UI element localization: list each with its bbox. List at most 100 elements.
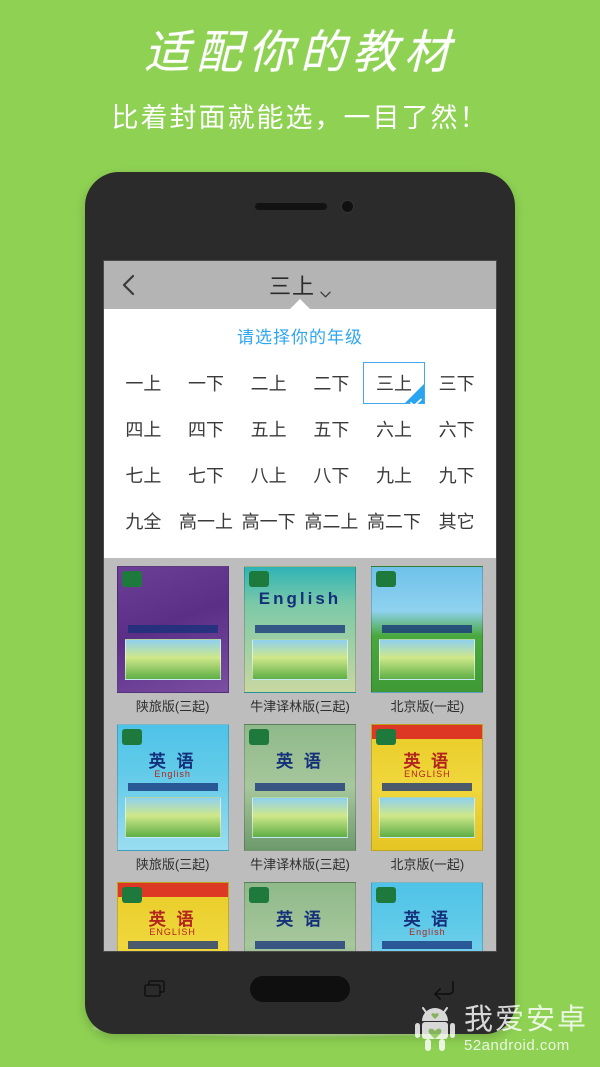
grade-option-label: 九全 <box>125 512 162 532</box>
textbook-item[interactable]: 英 语 ENGLISH 北京版(一起) <box>369 724 486 874</box>
grade-option-label: 五上 <box>250 420 287 440</box>
textbook-item[interactable]: 英 语 ENGLISH <box>114 882 231 951</box>
textbook-label: 陕旅版(三起) <box>135 857 210 872</box>
back-chevron-icon[interactable] <box>118 273 140 297</box>
grade-option-label: 高二下 <box>366 512 421 532</box>
grade-option-七下[interactable]: 七下 <box>175 454 238 496</box>
grade-dropdown-panel: 请选择你的年级 一上 一下 二上 二下 三上 三下四上 四下 五上 五下 六上 六下七上 七下 八上 八下… <box>104 299 496 558</box>
grade-option-label: 二下 <box>313 374 350 394</box>
grade-option-高二上[interactable]: 高二上 <box>300 500 363 542</box>
textbook-label: 北京版(一起) <box>390 699 465 714</box>
textbook-item[interactable]: 英 语牛津译林版(三起) <box>241 724 358 874</box>
grade-option-label: 七上 <box>125 466 162 486</box>
grade-option-label: 三下 <box>438 374 475 394</box>
grade-option-label: 高一下 <box>241 512 296 532</box>
phone-mockup: 三上 请选择你的年级 一上 一下 二上 二下 三上 三下 四上 四下 五上 五下 六上 六下 七上 七下八… <box>85 172 515 1034</box>
grade-option-二下[interactable]: 二下 <box>300 362 363 404</box>
grade-selector-button[interactable]: 三上 <box>269 269 331 301</box>
textbook-cover-image: 英 语 <box>243 882 356 951</box>
watermark-url: 52android.com <box>463 1036 570 1054</box>
grade-option-label: 二上 <box>250 374 287 394</box>
grade-option-label: 六下 <box>438 420 475 440</box>
textbook-label: 北京版(一起) <box>390 857 465 872</box>
grade-option-其它[interactable]: 其它 <box>425 500 488 542</box>
page-title: 适配你的教材 <box>144 25 456 79</box>
textbook-label: 牛津译林版(三起) <box>250 857 350 872</box>
textbook-cover-image: 英 语 English <box>116 724 229 851</box>
textbook-row: 陕旅版(三起) English 牛津译林版(三起) 北京版(一起) <box>114 566 486 716</box>
grade-option-九下[interactable]: 九下 <box>425 454 488 496</box>
cover-subtitle: ENGLISH <box>149 927 196 937</box>
grade-option-label: 高二上 <box>304 512 359 532</box>
textbook-row: 英 语 English 陕旅版(三起) 英 语牛津译林版(三起) 英 语 ENGLISH 北… <box>114 724 486 874</box>
watermark-text: 我爱安卓 52android.com <box>463 1005 588 1054</box>
grade-option-高二下[interactable]: 高二下 <box>363 500 426 542</box>
textbook-label: 牛津译林版(三起) <box>250 699 350 714</box>
grade-option-一上[interactable]: 一上 <box>112 362 175 404</box>
grade-option-六下[interactable]: 六下 <box>425 408 488 450</box>
textbook-cover-image: 英 语 ENGLISH <box>116 882 229 951</box>
home-button[interactable] <box>249 976 350 1002</box>
grade-option-五上[interactable]: 五上 <box>237 408 300 450</box>
cover-subtitle: ENGLISH <box>404 769 451 779</box>
textbook-label: 陕旅版(三起) <box>135 699 210 714</box>
grade-option-label: 九上 <box>375 466 412 486</box>
back-arrow-icon[interactable] <box>431 978 457 1000</box>
promo-header: 适配你的教材 比着封面就能选，一目了然！ <box>0 0 600 138</box>
grade-option-一下[interactable]: 一下 <box>175 362 238 404</box>
check-icon <box>410 392 423 407</box>
textbook-item[interactable]: 英 语 <box>241 882 358 951</box>
phone-screen: 三上 请选择你的年级 一上 一下 二上 二下 三上 三下 四上 四下 五上 五下 六上 六下 七上 七下八… <box>103 260 497 952</box>
grade-option-label: 一下 <box>187 374 224 394</box>
grade-option-高一下[interactable]: 高一下 <box>237 500 300 542</box>
grade-option-四下[interactable]: 四下 <box>175 408 238 450</box>
grade-option-label: 高一上 <box>178 512 233 532</box>
grade-option-三上[interactable]: 三上 <box>362 362 426 407</box>
front-camera-icon <box>342 201 353 212</box>
grade-option-label: 九下 <box>438 466 475 486</box>
cover-subtitle: English <box>154 769 191 779</box>
cover-title: 英 语 <box>276 752 324 771</box>
recent-apps-icon[interactable] <box>143 979 169 999</box>
textbook-item[interactable]: 英 语 English <box>369 882 486 951</box>
grade-option-八上[interactable]: 八上 <box>237 454 300 496</box>
app-bar-title: 三上 <box>268 274 315 299</box>
textbook-cover-image <box>116 566 229 693</box>
grade-option-label: 八上 <box>250 466 287 486</box>
android-robot-icon <box>414 1005 456 1053</box>
textbook-item[interactable]: English 牛津译林版(三起) <box>241 566 358 716</box>
grade-option-九全[interactable]: 九全 <box>112 500 175 542</box>
textbook-cover-image: 英 语 English <box>371 882 484 951</box>
dropdown-heading: 请选择你的年级 <box>237 328 363 347</box>
page-subtitle: 比着封面就能选，一目了然！ <box>111 103 489 133</box>
grade-option-label: 五下 <box>313 420 350 440</box>
grade-option-六上[interactable]: 六上 <box>363 408 426 450</box>
textbook-cover-image: English <box>243 566 356 693</box>
grade-option-九上[interactable]: 九上 <box>363 454 426 496</box>
textbook-list: 陕旅版(三起) English 牛津译林版(三起) 北京版(一起) 英 语 English… <box>104 558 496 951</box>
grade-option-八下[interactable]: 八下 <box>300 454 363 496</box>
textbook-cover-image <box>371 566 484 693</box>
cover-title: English <box>258 589 342 608</box>
textbook-row: 英 语 ENGLISH 英 语 英 语 English <box>114 882 486 951</box>
grade-option-五下[interactable]: 五下 <box>300 408 363 450</box>
grade-option-七上[interactable]: 七上 <box>112 454 175 496</box>
grade-option-label: 四上 <box>125 420 162 440</box>
grade-option-二上[interactable]: 二上 <box>237 362 300 404</box>
textbook-item[interactable]: 英 语 English 陕旅版(三起) <box>114 724 231 874</box>
grade-option-label: 六上 <box>375 420 412 440</box>
earpiece-speaker <box>255 203 327 210</box>
grade-option-label: 八下 <box>313 466 350 486</box>
textbook-item[interactable]: 北京版(一起) <box>369 566 486 716</box>
grade-option-label: 七下 <box>187 466 224 486</box>
grade-option-label: 其它 <box>438 512 475 532</box>
grade-option-四上[interactable]: 四上 <box>112 408 175 450</box>
textbook-cover-image: 英 语 <box>243 724 356 851</box>
textbook-item[interactable]: 陕旅版(三起) <box>114 566 231 716</box>
textbook-cover-image: 英 语 ENGLISH <box>371 724 484 851</box>
grade-option-高一上[interactable]: 高一上 <box>175 500 238 542</box>
watermark: 我爱安卓 52android.com <box>414 1005 588 1053</box>
grade-option-label: 一上 <box>125 374 162 394</box>
cover-title: 英 语 <box>276 910 324 929</box>
grade-option-三下[interactable]: 三下 <box>425 362 488 404</box>
